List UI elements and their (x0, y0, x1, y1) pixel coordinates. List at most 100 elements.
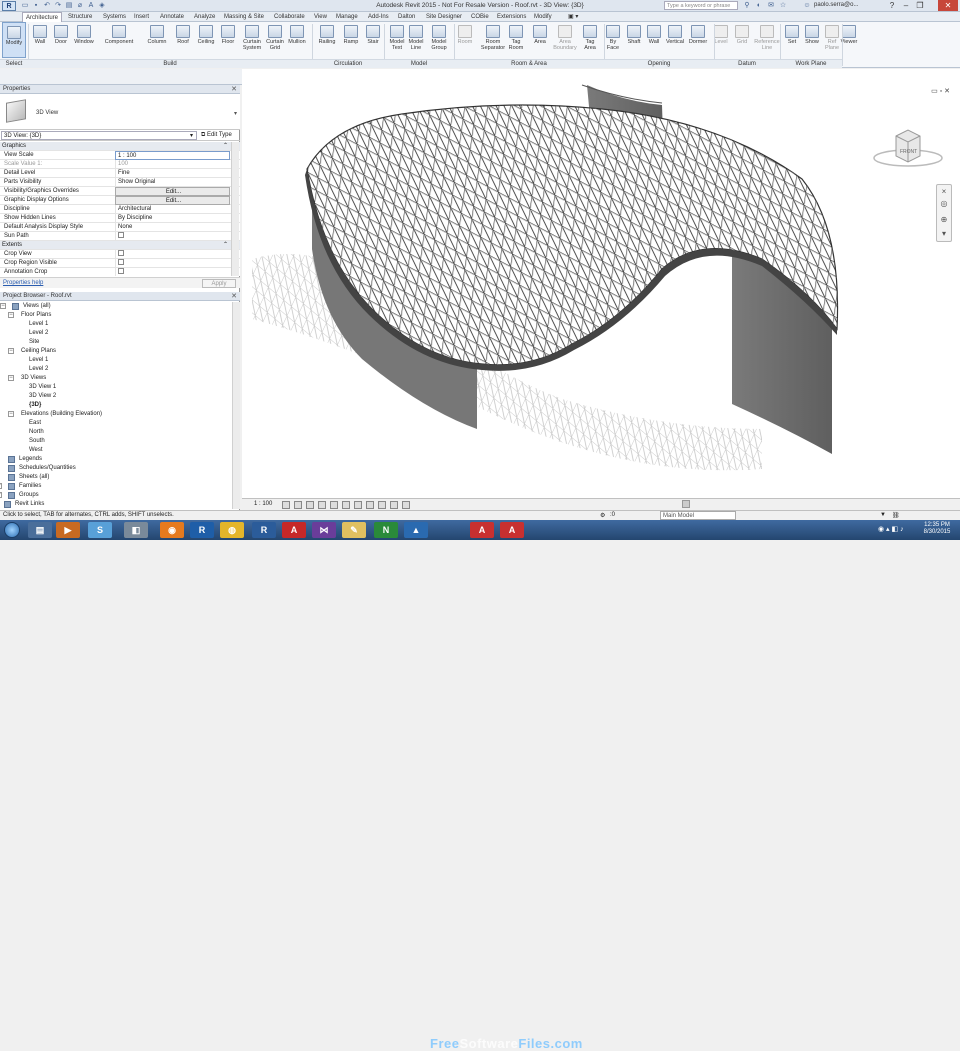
room-separator-button[interactable]: Room Separator (478, 22, 508, 58)
collapse-icon[interactable]: − (8, 375, 14, 381)
communication-icon[interactable]: ✉ (766, 1, 776, 11)
collapse-icon[interactable]: − (8, 348, 14, 354)
tab-add-ins[interactable]: Add-Ins (368, 12, 389, 22)
browser-node[interactable]: Revit Links (0, 500, 232, 509)
checkbox[interactable] (118, 232, 124, 238)
sun-path-icon[interactable] (306, 501, 314, 509)
ribbon-group-select[interactable]: Select (0, 59, 28, 68)
subscription-icon[interactable]: ◐ (754, 1, 764, 11)
tab-site-designer[interactable]: Site Designer (426, 12, 462, 22)
property-value[interactable]: By Discipline (115, 214, 230, 223)
modify-button[interactable]: Modify (2, 22, 26, 58)
pdf-taskbar-icon[interactable]: A (500, 522, 524, 538)
acrobat-taskbar-icon[interactable]: A (470, 522, 494, 538)
model-group-button[interactable]: Model Group (429, 22, 449, 58)
browser-node[interactable]: − Views (all) (0, 302, 232, 311)
restore-button[interactable]: ❐ (913, 0, 927, 11)
select-links-icon[interactable]: ⛓ (892, 512, 900, 519)
help-icon[interactable]: ? (885, 0, 899, 11)
tab-structure[interactable]: Structure (68, 12, 92, 22)
notepad-taskbar-icon[interactable]: ✎ (342, 522, 366, 538)
navisworks-taskbar-icon[interactable]: N (374, 522, 398, 538)
tab-extensions[interactable]: Extensions (497, 12, 526, 22)
browser-node[interactable]: + Groups (0, 491, 232, 500)
close-icon[interactable]: ✕ (231, 292, 237, 301)
collapse-icon[interactable]: − (8, 411, 14, 417)
column-button[interactable]: Column (144, 22, 170, 58)
property-value[interactable]: Architectural (115, 205, 230, 214)
tab-collaborate[interactable]: Collaborate (274, 12, 305, 22)
window-button[interactable]: Window (72, 22, 96, 58)
edit-button[interactable]: Edit... (115, 187, 230, 196)
horizontal-scroll-thumb[interactable] (682, 500, 690, 508)
app-2-taskbar-icon[interactable]: ▲ (404, 522, 428, 538)
area-button[interactable]: Area (531, 22, 549, 58)
railing-button[interactable]: Railing (316, 22, 338, 58)
browser-node[interactable]: Legends (0, 455, 232, 464)
browser-node[interactable]: {3D} (0, 401, 232, 410)
collapse-icon[interactable]: − (8, 312, 14, 318)
curtain-system-button[interactable]: Curtain System (242, 22, 262, 58)
ramp-button[interactable]: Ramp (342, 22, 360, 58)
steering-wheel-icon[interactable]: ◎ (939, 199, 949, 209)
by-face-button[interactable]: By Face (605, 22, 621, 58)
system-clock[interactable]: 12:35 PM 8/30/2015 (916, 522, 958, 536)
visual-studio-taskbar-icon[interactable]: ⋈ (312, 522, 336, 538)
close-icon[interactable]: ✕ (231, 85, 237, 94)
zoom-icon[interactable]: ⊕ (939, 215, 949, 225)
view-scale-label[interactable]: 1 : 100 (254, 501, 272, 507)
reveal-hidden-icon[interactable] (390, 501, 398, 509)
filter-icon[interactable]: ▼ (880, 512, 886, 518)
ceiling-button[interactable]: Ceiling (196, 22, 216, 58)
explorer-taskbar-icon[interactable]: ▤ (28, 522, 52, 538)
chevron-down-icon[interactable]: ▾ (190, 132, 193, 139)
properties-scrollbar[interactable] (231, 142, 239, 276)
floor-button[interactable]: Floor (219, 22, 237, 58)
shaft-button[interactable]: Shaft (625, 22, 643, 58)
viewport-window-controls[interactable]: ▭ ▫ ✕ (931, 87, 950, 95)
tag-room-button[interactable]: Tag Room (506, 22, 526, 58)
mullion-button[interactable]: Mullion (287, 22, 307, 58)
browser-node[interactable]: Level 2 (0, 365, 232, 374)
show-button[interactable]: Show (804, 22, 820, 58)
tab-dalton[interactable]: Dalton (398, 12, 415, 22)
area-boundary-button[interactable]: Area Boundary (553, 22, 577, 58)
crop-region-icon[interactable] (354, 501, 362, 509)
model-text-button[interactable]: Model Text (388, 22, 406, 58)
tab-annotate[interactable]: Annotate (160, 12, 184, 22)
tab-massing-site[interactable]: Massing & Site (224, 12, 264, 22)
grid-button[interactable]: Grid (734, 22, 750, 58)
browser-node[interactable]: + Families (0, 482, 232, 491)
property-value[interactable]: 1 : 100 (115, 151, 230, 160)
collapse-icon[interactable]: ⌃ (223, 142, 228, 151)
chrome-taskbar-icon[interactable]: ◍ (220, 522, 244, 538)
wall-button[interactable]: Wall (646, 22, 662, 58)
3d-viewport[interactable]: FRONT ▭ ▫ ✕ × ◎ ⊕ ▾ (242, 69, 960, 510)
model-line-button[interactable]: Model Line (407, 22, 425, 58)
component-button[interactable]: Component (100, 22, 138, 58)
property-category[interactable]: Graphics ⌃ (0, 142, 240, 151)
chevron-down-icon[interactable]: ▾ (234, 110, 237, 117)
ribbon-group-model[interactable]: Model (384, 59, 454, 68)
lock-icon[interactable] (366, 501, 374, 509)
browser-node[interactable]: − Floor Plans (0, 311, 232, 320)
property-checkbox[interactable] (115, 259, 230, 268)
edit-button[interactable]: Edit... (115, 196, 230, 205)
ribbon-options-icon[interactable]: ▣ ▾ (568, 12, 578, 22)
property-value[interactable]: Fine (115, 169, 230, 178)
checkbox[interactable] (118, 250, 124, 256)
edit-type-button[interactable]: ⧉ Edit Type (201, 131, 232, 140)
instance-filter-select[interactable]: 3D View: {3D} (1, 131, 197, 140)
curtain-grid-button[interactable]: Curtain Grid (265, 22, 285, 58)
tab-architecture[interactable]: Architecture (22, 12, 63, 22)
dormer-button[interactable]: Dormer (688, 22, 708, 58)
expand-icon[interactable]: + (0, 483, 2, 489)
expand-icon[interactable]: + (0, 492, 2, 498)
property-checkbox[interactable] (115, 250, 230, 259)
browser-node[interactable]: Sheets (all) (0, 473, 232, 482)
vertical-button[interactable]: Vertical (664, 22, 686, 58)
browser-node[interactable]: South (0, 437, 232, 446)
favorites-icon[interactable]: ☆ (778, 1, 788, 11)
browser-node[interactable]: Level 1 (0, 356, 232, 365)
visual-style-icon[interactable] (294, 501, 302, 509)
